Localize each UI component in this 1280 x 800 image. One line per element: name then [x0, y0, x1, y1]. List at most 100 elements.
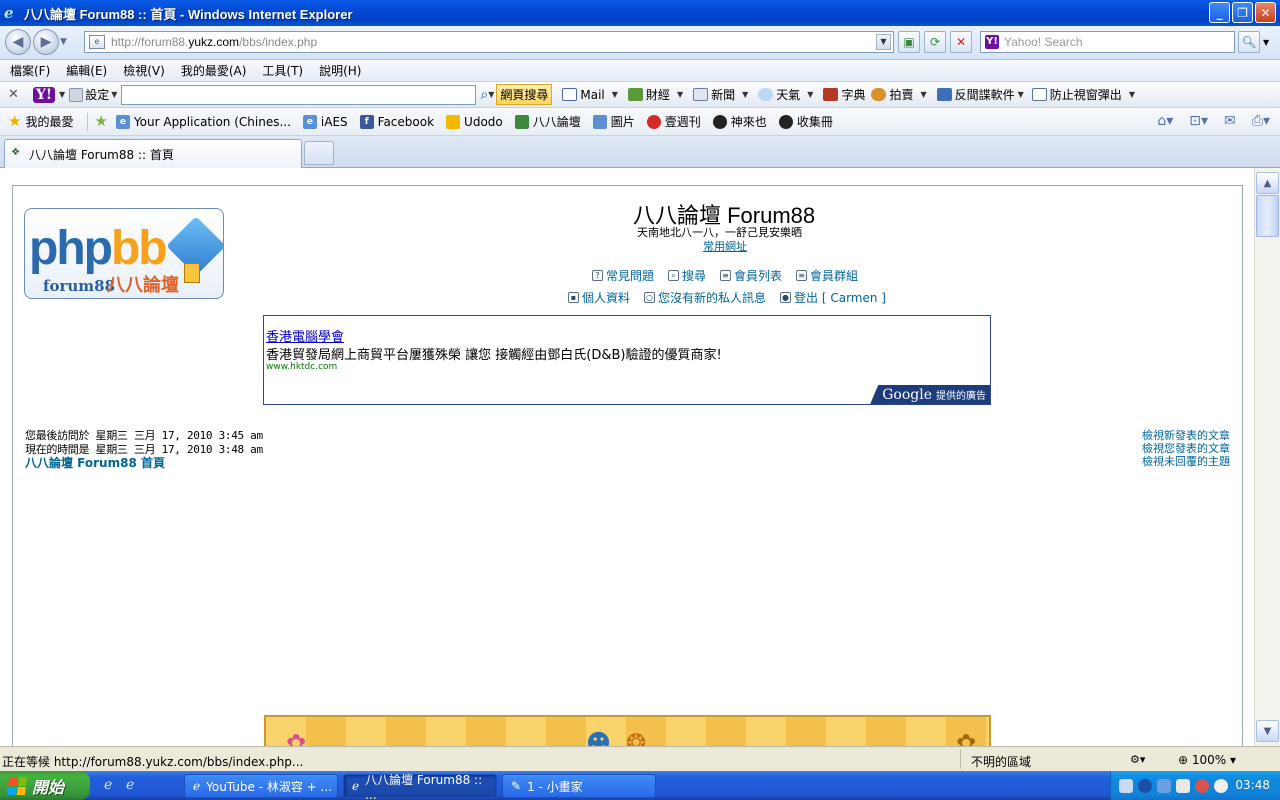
nav-private-messages[interactable]: ○ 您沒有新的私人訊息	[644, 289, 766, 306]
ads-by-google-badge[interactable]: Google 提供的廣告	[870, 385, 990, 404]
yahoo-search-input[interactable]	[121, 84, 477, 105]
dictionary-icon	[823, 88, 839, 101]
window-controls: _ ❐ ✕	[1209, 2, 1276, 23]
fav-link-forum88[interactable]: 八八論壇	[514, 113, 581, 130]
nav-usergroups[interactable]: ≡ 會員群組	[796, 267, 858, 284]
yahoo-item-dictionary[interactable]: 字典	[823, 86, 865, 103]
menu-tools[interactable]: 工具(T)	[262, 62, 303, 79]
menu-view[interactable]: 檢視(V)	[123, 62, 165, 79]
nav-memberlist[interactable]: ≡ 會員列表	[720, 267, 782, 284]
view-new-posts-link[interactable]: 檢視新發表的文章	[1142, 429, 1230, 442]
security-zone[interactable]: 不明的區域	[960, 749, 1130, 769]
web-search-button[interactable]: 網頁搜尋	[496, 84, 553, 105]
logo-chinese-text: 八八論壇	[107, 275, 179, 296]
vertical-scrollbar[interactable]: ▲ ▼	[1254, 168, 1280, 746]
history-dropdown-icon[interactable]: ▼	[60, 37, 67, 47]
taskbar-button-paint[interactable]: ✎ 1 - 小畫家	[502, 774, 656, 798]
fav-link-collection[interactable]: 收集冊	[778, 113, 833, 130]
phpbb-logo[interactable]: phpbb forum88 八八論壇	[24, 208, 224, 299]
close-button[interactable]: ✕	[1255, 2, 1276, 23]
yahoo-item-finance[interactable]: 財經 ▼	[627, 86, 687, 103]
zoom-control[interactable]: ⊕ 100% ▾	[1178, 753, 1236, 767]
quicklaunch-ie-icon[interactable]: ℯ	[104, 777, 112, 793]
menu-file[interactable]: 檔案(F)	[10, 62, 50, 79]
clock[interactable]: 03:48	[1235, 778, 1270, 792]
nav-profile[interactable]: ▪ 個人資料	[568, 289, 630, 306]
caret-icon: ▼	[676, 90, 684, 99]
add-favorite-icon[interactable]: ★	[94, 114, 107, 129]
taskbar-button-youtube[interactable]: ℯ YouTube - 林淑容 + ...	[184, 774, 338, 798]
menu-edit[interactable]: 編輯(E)	[66, 62, 107, 79]
refresh-button[interactable]: ⟳	[924, 31, 946, 53]
yahoo-item-mail[interactable]: Mail ▼	[562, 88, 622, 102]
nav-logout[interactable]: ● 登出 [ Carmen ]	[780, 289, 886, 306]
scroll-down-button[interactable]: ▼	[1256, 720, 1279, 742]
scroll-thumb[interactable]	[1256, 195, 1279, 237]
tab-label: 八八論壇 Forum88 :: 首頁	[29, 147, 174, 162]
ad-url[interactable]: www.hktdc.com	[266, 362, 337, 372]
view-unanswered-link[interactable]: 檢視未回覆的主題	[1142, 455, 1230, 468]
yahoo-item-weather[interactable]: 天氣 ▼	[758, 86, 817, 103]
maximize-button[interactable]: ❐	[1232, 2, 1253, 23]
minimize-button[interactable]: _	[1209, 2, 1230, 23]
security-alert-icon[interactable]	[1195, 778, 1209, 793]
start-button[interactable]: 開始	[0, 771, 90, 800]
yahoo-item-auction[interactable]: 拍賣 ▼	[871, 86, 930, 103]
search-caret-icon[interactable]: ▼	[488, 90, 494, 99]
yahoo-icon: Y!	[985, 35, 999, 49]
fav-link-your-application[interactable]: e Your Application (Chines...	[115, 114, 291, 129]
favorites-button[interactable]: ★ 我的最愛	[8, 113, 73, 130]
tray-back-icon[interactable]	[1138, 778, 1152, 793]
forum-home-link[interactable]: 八八論壇 Forum88 首頁	[25, 454, 165, 471]
back-button[interactable]: ◀	[5, 29, 31, 55]
quicklaunch-ie2-icon[interactable]: ℯ	[126, 777, 134, 793]
read-mail-icon[interactable]: ✉	[1224, 113, 1236, 129]
nav-faq[interactable]: ? 常見問題	[592, 267, 654, 284]
address-field[interactable]: e http://forum88.yukz.com/bbs/index.php …	[84, 31, 894, 53]
view-your-posts-link[interactable]: 檢視您發表的文章	[1142, 442, 1230, 455]
menu-help[interactable]: 說明(H)	[319, 62, 361, 79]
protected-mode-icon[interactable]: ⚙▾	[1130, 753, 1145, 766]
common-links-link[interactable]: 常用網址	[703, 238, 747, 254]
settings-button[interactable]: 設定 ▼	[69, 86, 117, 103]
network-icon[interactable]	[1157, 778, 1171, 793]
fav-link-iaes[interactable]: e iAES	[302, 114, 348, 129]
fav-link-shenlaiye[interactable]: 神來也	[712, 113, 767, 130]
address-dropdown-button[interactable]: ▼	[876, 34, 891, 50]
magnifier-icon[interactable]: ⌕	[480, 87, 488, 103]
fav-link-udodo[interactable]: Udodo	[446, 114, 503, 129]
ad-title-link[interactable]: 香港電腦學會	[266, 326, 344, 345]
search-button[interactable]: 🔍︎	[1238, 31, 1260, 53]
toolbar-close-icon[interactable]: ✕	[8, 87, 19, 102]
messenger-icon[interactable]	[1214, 778, 1228, 793]
fav-link-facebook[interactable]: f Facebook	[359, 114, 434, 129]
yahoo-menu-caret-icon[interactable]: ▼	[59, 90, 65, 99]
yahoo-item-popup[interactable]: 防止視窗彈出 ▼	[1031, 86, 1139, 103]
print-icon[interactable]: ⎙▾	[1252, 113, 1270, 129]
keyboard-icon[interactable]	[1119, 778, 1133, 793]
faq-icon: ?	[592, 270, 603, 281]
taskbar-button-forum88[interactable]: ℯ 八八論壇 Forum88 :: ...	[343, 773, 497, 800]
rss-feed-icon[interactable]: ⊡▾	[1189, 113, 1208, 129]
yahoo-logo-icon[interactable]: Y!	[32, 86, 56, 103]
nav-search[interactable]: ⌕ 搜尋	[668, 267, 706, 284]
yahoo-item-antispy[interactable]: 反間諜軟件 ▼	[936, 86, 1024, 103]
compatibility-button[interactable]: ▣	[898, 31, 920, 53]
yahoo-item-news[interactable]: 新聞 ▼	[693, 86, 752, 103]
udodo-icon	[446, 114, 461, 129]
fav-link-nextmag[interactable]: 壹週刊	[646, 113, 701, 130]
scroll-up-button[interactable]: ▲	[1256, 172, 1279, 194]
search-box[interactable]: Y! Yahoo! Search	[980, 31, 1235, 53]
url-text[interactable]: http://forum88.yukz.com/bbs/index.php	[111, 35, 317, 49]
search-options-icon[interactable]: ▼	[1263, 38, 1269, 47]
menu-favorites[interactable]: 我的最愛(A)	[181, 62, 247, 79]
home-icon[interactable]: ⌂▾	[1157, 113, 1173, 129]
forward-button[interactable]: ▶	[33, 29, 59, 55]
tab-forum88[interactable]: ❖ 八八論壇 Forum88 :: 首頁	[4, 139, 302, 168]
volume-icon[interactable]	[1176, 778, 1190, 793]
new-tab-button[interactable]	[304, 141, 334, 165]
stop-button[interactable]: ✕	[950, 31, 972, 53]
fav-link-images[interactable]: 圖片	[592, 113, 635, 130]
zoom-icon: ⊕	[1178, 753, 1189, 767]
banner-image[interactable]: ✿ ☻ ❂ ✿	[264, 715, 991, 746]
